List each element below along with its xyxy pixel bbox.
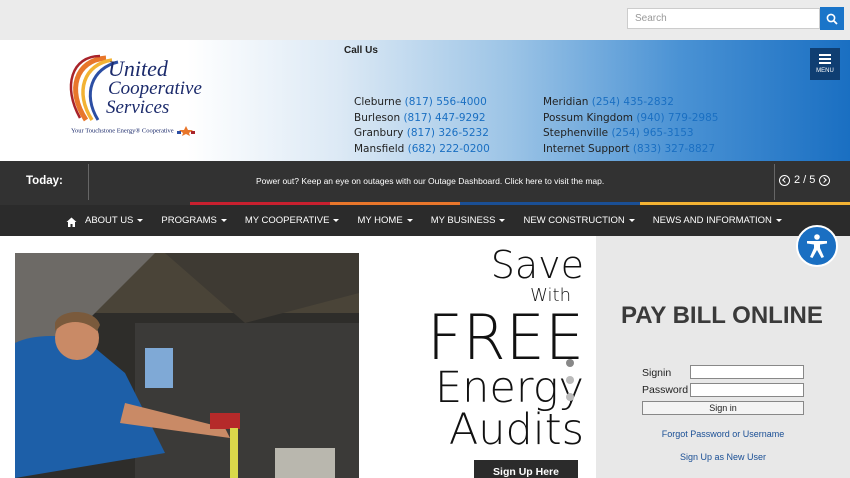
divider	[774, 164, 775, 200]
phone-list-left: Cleburne (817) 556-4000 Burleson (817) 4…	[354, 95, 490, 157]
sign-up-here-button[interactable]: Sign Up Here	[474, 460, 578, 478]
nav-programs[interactable]: PROGRAMS	[161, 215, 227, 226]
nav-about-us[interactable]: ABOUT US	[85, 215, 144, 226]
nav-my-home[interactable]: MY HOME	[357, 215, 413, 226]
accessibility-button[interactable]	[796, 225, 838, 267]
hamburger-icon-bar	[819, 58, 831, 60]
phone-stephenville: Stephenville (254) 965-3153	[543, 127, 694, 139]
chevron-left-icon[interactable]	[779, 174, 790, 186]
promo-audits: Audits	[448, 405, 584, 455]
search-icon	[826, 13, 838, 25]
phone-meridian: Meridian (254) 435-2832	[543, 96, 674, 108]
hamburger-icon	[819, 54, 831, 56]
phone-link[interactable]: (940) 779-2985	[636, 112, 718, 124]
accessibility-icon	[807, 234, 827, 258]
search-button[interactable]	[820, 7, 844, 30]
phone-list-right: Meridian (254) 435-2832 Possum Kingdom (…	[543, 95, 718, 157]
caret-down-icon	[628, 219, 635, 222]
phone-link[interactable]: (817) 326-5232	[407, 127, 489, 139]
logo-tagline: Your Touchstone Energy® Cooperative	[71, 126, 197, 136]
phone-internet-support: Internet Support (833) 327-8827	[543, 142, 716, 155]
promo-save: Save	[490, 243, 584, 287]
phone-link[interactable]: (817) 556-4000	[405, 96, 487, 108]
main-nav: ABOUT US PROGRAMS MY COOPERATIVE MY HOME…	[0, 205, 850, 236]
phone-link[interactable]: (817) 447-9292	[403, 112, 485, 124]
today-ticker: Today: Power out? Keep an eye on outages…	[0, 161, 850, 203]
forgot-password-link[interactable]: Forgot Password or Username	[596, 429, 850, 439]
ticker-pager: 2 / 5	[779, 174, 831, 186]
pay-bill-title: PAY BILL ONLINE	[621, 302, 823, 329]
logo-line-3: Services	[106, 97, 170, 118]
caret-down-icon	[499, 219, 506, 222]
phone-burleson: Burleson (817) 447-9292	[354, 111, 486, 124]
phone-link[interactable]: (254) 965-3153	[611, 127, 693, 139]
phone-possum-kingdom: Possum Kingdom (940) 779-2985	[543, 111, 719, 124]
call-us-heading: Call Us	[344, 45, 378, 56]
signin-label: Signin	[642, 367, 672, 379]
today-message-link[interactable]: Power out? Keep an eye on outages with o…	[256, 176, 604, 186]
nav-news-and-information[interactable]: NEWS AND INFORMATION	[653, 215, 782, 226]
phone-cleburne: Cleburne (817) 556-4000	[354, 96, 487, 108]
hero-photo	[15, 253, 359, 478]
phone-link[interactable]: (682) 222-0200	[408, 143, 490, 155]
caret-down-icon	[137, 219, 144, 222]
hamburger-icon-bar	[819, 62, 831, 64]
menu-label: MENU	[816, 68, 834, 74]
carousel-dots	[566, 359, 574, 410]
pay-bill-panel: PAY BILL ONLINE Signin Password Sign in …	[596, 236, 850, 478]
caret-down-icon	[220, 219, 227, 222]
divider	[88, 164, 89, 200]
phone-link[interactable]: (254) 435-2832	[592, 96, 674, 108]
password-label: Password	[642, 384, 689, 396]
phone-granbury: Granbury (817) 326-5232	[354, 127, 489, 139]
signin-input[interactable]	[690, 365, 804, 379]
phone-link[interactable]: (833) 327-8827	[633, 143, 715, 155]
today-label: Today:	[26, 175, 63, 187]
nav-new-construction[interactable]: NEW CONSTRUCTION	[523, 215, 635, 226]
pager-count: 2 / 5	[794, 174, 816, 186]
touchstone-icon	[177, 126, 196, 136]
home-icon[interactable]	[66, 215, 77, 227]
site-header: United Cooperative Services Your Touchst…	[0, 40, 850, 161]
caret-down-icon	[333, 219, 340, 222]
carousel-dot[interactable]	[566, 359, 574, 367]
search-input[interactable]: Search	[627, 8, 820, 29]
sign-in-button[interactable]: Sign in	[642, 401, 804, 415]
phone-mansfield: Mansfield (682) 222-0200	[354, 142, 490, 155]
carousel-dot[interactable]	[566, 376, 574, 384]
nav-my-business[interactable]: MY BUSINESS	[431, 215, 506, 226]
carousel-dot[interactable]	[566, 393, 574, 401]
menu-button[interactable]: MENU	[810, 48, 840, 80]
top-utility-bar: Search	[0, 0, 850, 40]
chevron-right-icon[interactable]	[819, 174, 831, 186]
password-input[interactable]	[690, 383, 804, 397]
caret-down-icon	[406, 219, 413, 222]
sign-up-new-user-link[interactable]: Sign Up as New User	[596, 452, 850, 462]
nav-my-cooperative[interactable]: MY COOPERATIVE	[245, 215, 340, 226]
caret-down-icon	[775, 219, 782, 222]
